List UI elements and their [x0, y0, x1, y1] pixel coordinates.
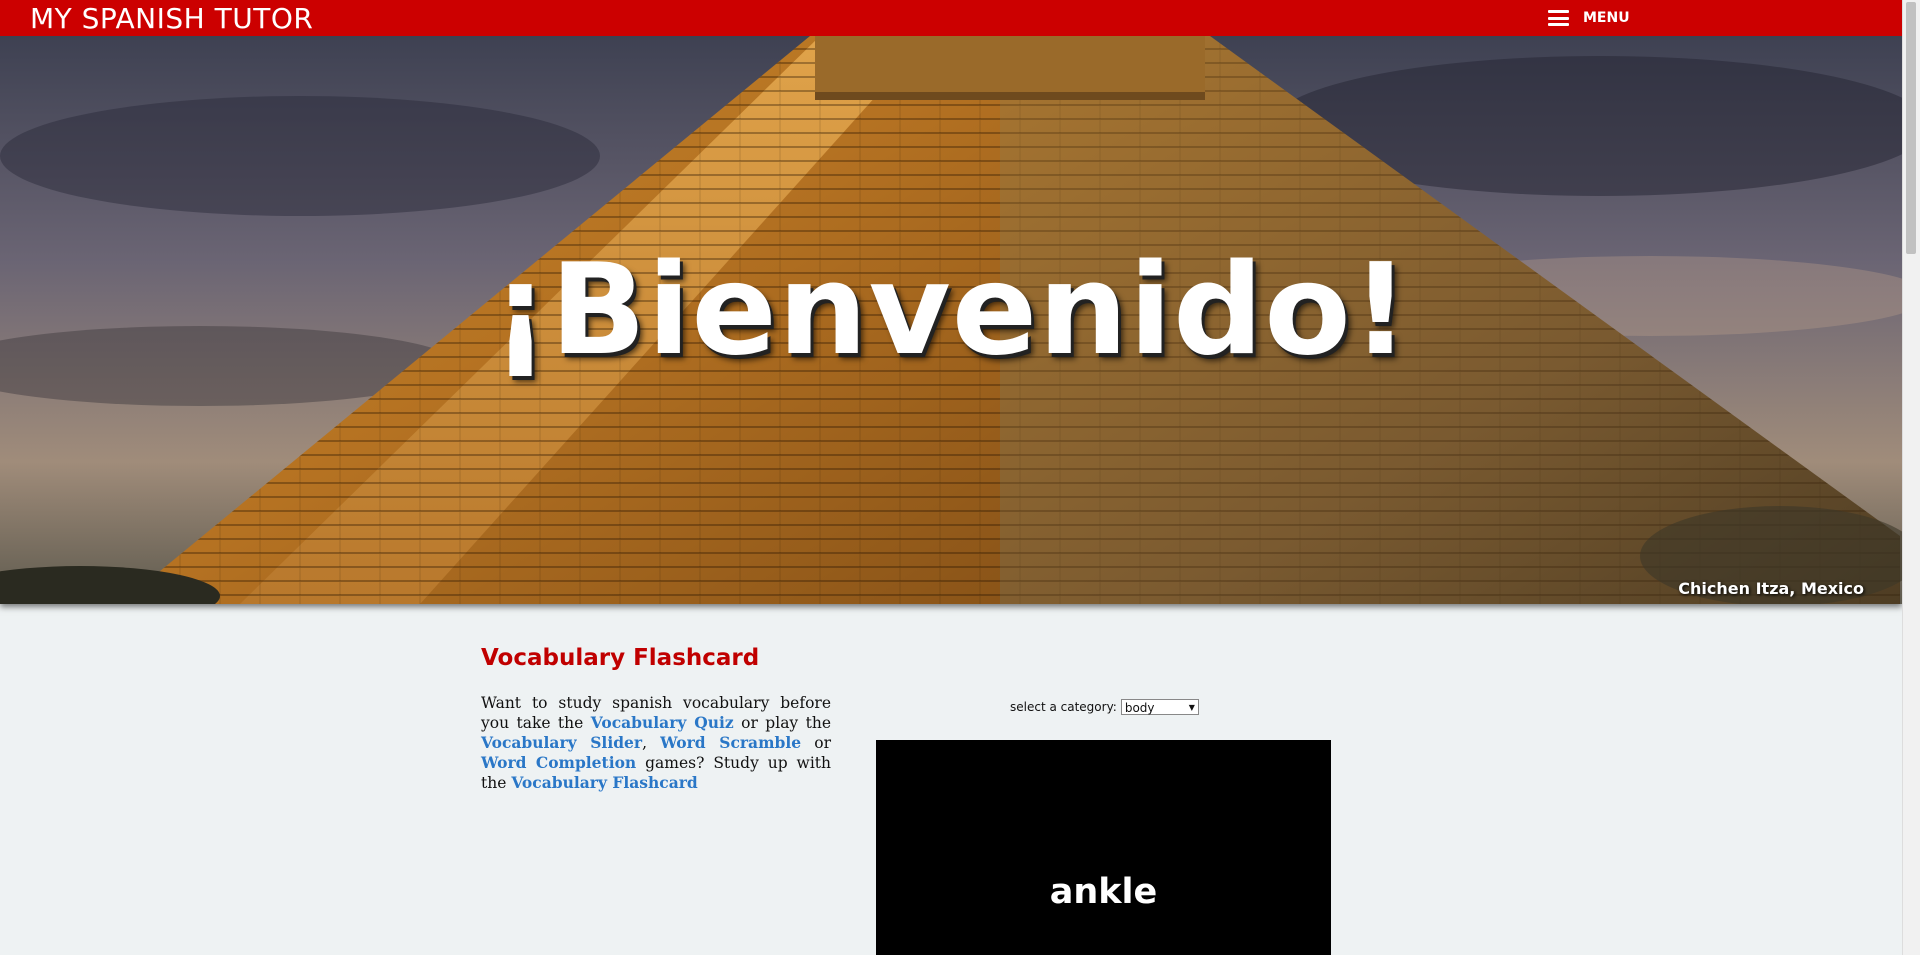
site-logo[interactable]: MY SPANISH TUTOR [30, 0, 313, 36]
page-scrollbar[interactable] [1902, 0, 1920, 955]
flashcard[interactable]: ankle [876, 740, 1331, 955]
vocabulary-slider-link[interactable]: Vocabulary Slider [481, 733, 642, 752]
category-selector: select a category: body ▼ [1010, 699, 1199, 715]
menu-label: MENU [1583, 10, 1630, 26]
dropdown-arrow-icon: ▼ [1188, 703, 1195, 712]
scrollbar-thumb[interactable] [1906, 2, 1916, 254]
intro-text: or [814, 734, 831, 752]
page-title: Vocabulary Flashcard [481, 645, 760, 671]
top-navbar: MY SPANISH TUTOR MENU [0, 0, 1902, 36]
menu-button[interactable]: MENU [1548, 0, 1630, 36]
welcome-heading: ¡Bienvenido! [491, 236, 1411, 383]
category-label: select a category: [1010, 700, 1117, 714]
hamburger-icon [1548, 10, 1569, 26]
word-scramble-link[interactable]: Word Scramble [660, 733, 801, 752]
intro-text: or play the [741, 714, 831, 732]
vocabulary-flashcard-link[interactable]: Vocabulary Flashcard [511, 773, 697, 792]
hero-banner: ¡Bienvenido! Chichen Itza, Mexico [0, 36, 1902, 604]
flashcard-word: ankle [1049, 872, 1158, 912]
intro-text: , [642, 734, 648, 752]
category-select[interactable]: body ▼ [1120, 699, 1199, 715]
category-selected-value: body [1124, 701, 1155, 715]
photo-caption: Chichen Itza, Mexico [1678, 579, 1864, 598]
intro-paragraph: Want to study spanish vocabulary before … [481, 693, 831, 793]
word-completion-link[interactable]: Word Completion [481, 753, 636, 772]
vocabulary-quiz-link[interactable]: Vocabulary Quiz [591, 713, 734, 732]
